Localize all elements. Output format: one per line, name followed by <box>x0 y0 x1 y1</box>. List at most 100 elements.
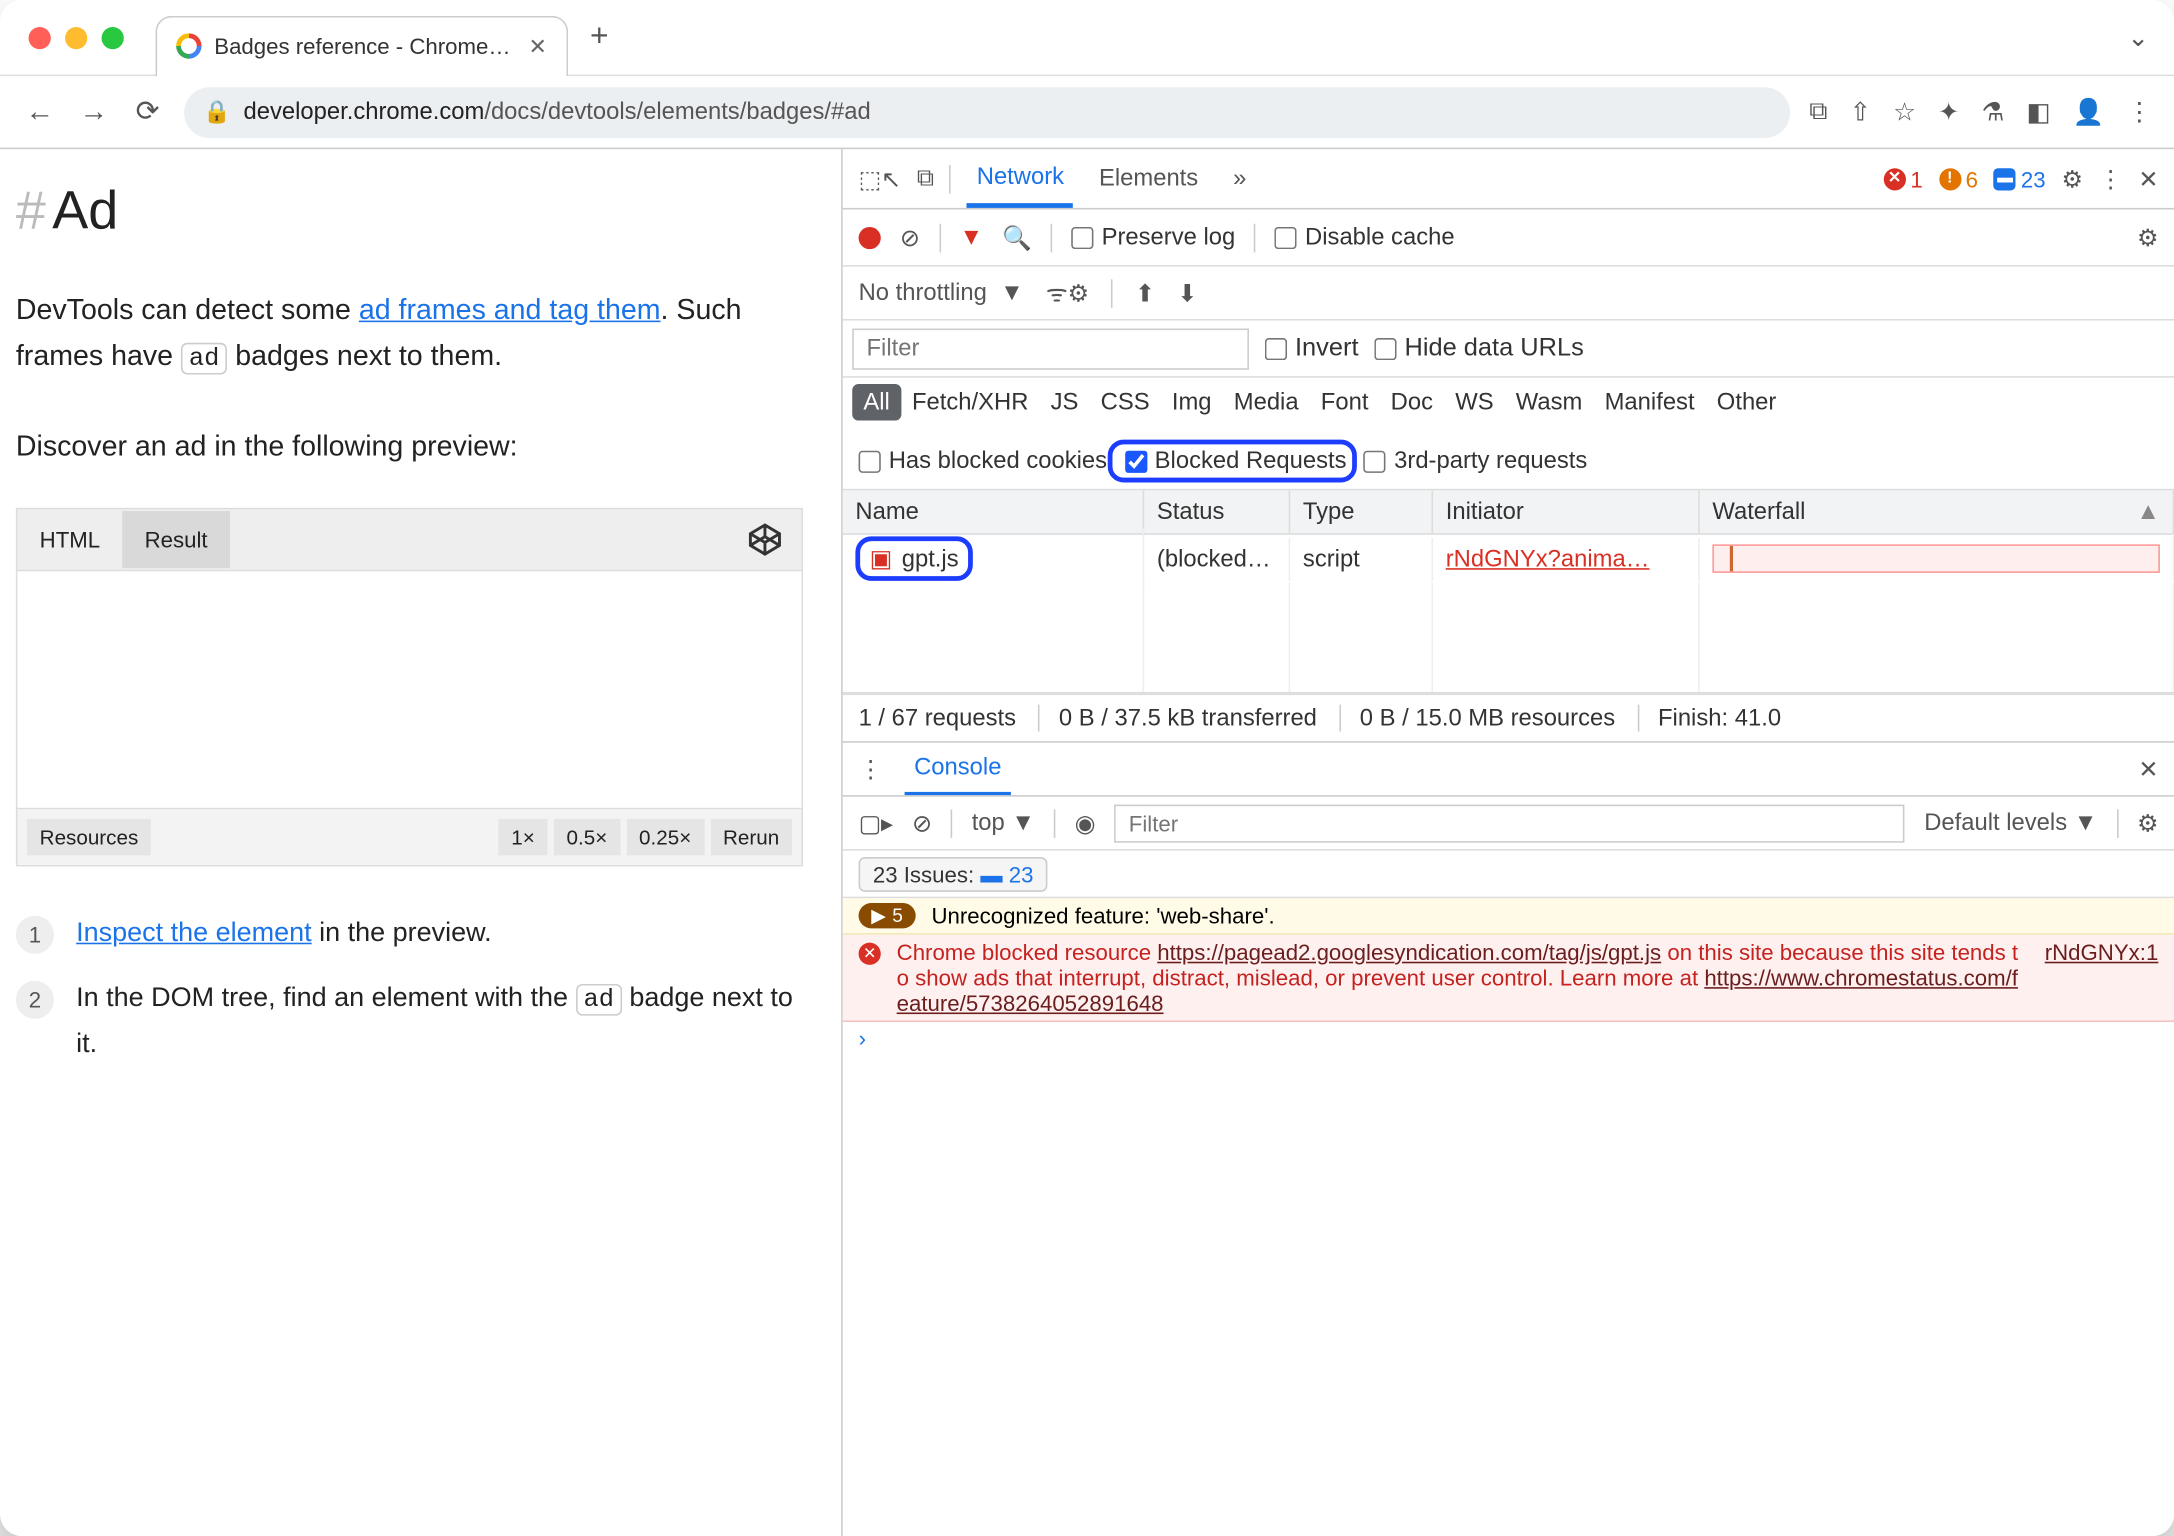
col-name[interactable]: Name <box>843 490 1145 533</box>
initiator-link[interactable]: rNdGNYx?anima… <box>1446 545 1650 572</box>
profile-icon[interactable]: 👤 <box>2073 96 2105 128</box>
codepen-logo-icon[interactable] <box>728 510 801 570</box>
filter-type-media[interactable]: Media <box>1223 384 1310 421</box>
device-toggle-icon[interactable]: ⧉ <box>917 165 934 192</box>
log-levels-select[interactable]: Default levels ▼ <box>1924 809 2097 836</box>
url-text: developer.chrome.com/docs/devtools/eleme… <box>244 98 871 125</box>
record-button[interactable] <box>859 226 881 248</box>
intro-paragraph: DevTools can detect some ad frames and t… <box>16 287 803 380</box>
disable-cache-checkbox[interactable]: Disable cache <box>1275 224 1455 251</box>
filter-type-other[interactable]: Other <box>1706 384 1788 421</box>
clear-icon[interactable]: ⊘ <box>900 223 920 252</box>
import-har-icon[interactable]: ⬆ <box>1135 279 1155 308</box>
embed-zoom-05x[interactable]: 0.5× <box>554 819 620 856</box>
console-sidebar-toggle-icon[interactable]: ▢▸ <box>859 809 893 838</box>
filter-type-all[interactable]: All <box>852 384 901 421</box>
reload-button[interactable]: ⟳ <box>130 95 165 128</box>
console-settings-gear-icon[interactable]: ⚙ <box>2137 809 2158 838</box>
anchor-hash-icon[interactable]: # <box>16 181 46 243</box>
has-blocked-cookies-checkbox[interactable]: Has blocked cookies <box>859 448 1107 475</box>
browser-tab[interactable]: Badges reference - Chrome De ✕ <box>156 15 568 75</box>
close-drawer-icon[interactable]: ✕ <box>2138 755 2158 784</box>
filter-type-ws[interactable]: WS <box>1444 384 1505 421</box>
filter-input[interactable] <box>852 328 1249 369</box>
filter-type-js[interactable]: JS <box>1040 384 1090 421</box>
blocked-url-link[interactable]: https://pagead2.googlesyndication.com/ta… <box>1157 940 1661 965</box>
console-error-row[interactable]: ✕ Chrome blocked resource https://pagead… <box>843 935 2174 1022</box>
error-count-badge[interactable]: ✕1 <box>1883 166 1922 191</box>
console-drawer-menu-icon[interactable]: ⋮ <box>859 755 883 784</box>
col-initiator[interactable]: Initiator <box>1433 490 1700 533</box>
issues-button[interactable]: 23 Issues: ▬ 23 <box>859 856 1048 891</box>
forward-button[interactable]: → <box>76 95 111 128</box>
console-filter-input[interactable] <box>1114 804 1905 842</box>
filter-type-img[interactable]: Img <box>1161 384 1223 421</box>
preserve-log-checkbox[interactable]: Preserve log <box>1071 224 1235 251</box>
clear-console-icon[interactable]: ⊘ <box>912 809 932 838</box>
request-row[interactable]: ▣gpt.js (blocked… script rNdGNYx?anima… <box>843 535 2174 583</box>
settings-gear-icon[interactable]: ⚙ <box>2061 164 2082 193</box>
blocked-requests-checkbox[interactable]: Blocked Requests <box>1125 448 1347 475</box>
devtools-panel: ⬚↖ ⧉ Network Elements » ✕1 !6 ▬23 ⚙ ⋮ ✕ … <box>841 149 2174 1536</box>
new-tab-button[interactable]: + <box>590 19 609 56</box>
col-status[interactable]: Status <box>1144 490 1290 533</box>
filter-type-wasm[interactable]: Wasm <box>1505 384 1594 421</box>
tab-overflow-icon[interactable]: ⌄ <box>2128 21 2149 53</box>
blocked-file-icon: ▣ <box>870 544 893 573</box>
address-bar[interactable]: 🔒 developer.chrome.com/docs/devtools/ele… <box>184 86 1790 137</box>
tab-elements[interactable]: Elements <box>1089 149 1207 208</box>
error-source-link[interactable]: rNdGNYx:1 <box>2045 940 2159 1016</box>
close-window-button[interactable] <box>29 26 51 48</box>
network-conditions-icon[interactable]: ᯤ⚙ <box>1046 277 1089 309</box>
embed-zoom-025x[interactable]: 0.25× <box>626 819 704 856</box>
filter-funnel-icon[interactable]: ▼ <box>959 224 983 251</box>
issues-count-badge[interactable]: ▬23 <box>1994 166 2046 191</box>
tab-close-icon[interactable]: ✕ <box>528 33 547 60</box>
back-button[interactable]: ← <box>22 95 57 128</box>
search-icon[interactable]: 🔍 <box>1002 223 1032 252</box>
third-party-checkbox[interactable]: 3rd-party requests <box>1364 448 1587 475</box>
ad-frames-link[interactable]: ad frames and tag them <box>359 294 661 326</box>
warning-count-badge[interactable]: !6 <box>1939 166 1978 191</box>
tab-console[interactable]: Console <box>905 743 1011 795</box>
embed-tab-result[interactable]: Result <box>122 511 229 568</box>
hide-data-urls-checkbox[interactable]: Hide data URLs <box>1374 334 1583 363</box>
embed-tab-html[interactable]: HTML <box>17 511 122 568</box>
filter-type-font[interactable]: Font <box>1310 384 1380 421</box>
filter-type-manifest[interactable]: Manifest <box>1593 384 1705 421</box>
maximize-window-button[interactable] <box>102 26 124 48</box>
filter-type-fetchxhr[interactable]: Fetch/XHR <box>901 384 1040 421</box>
filter-type-doc[interactable]: Doc <box>1380 384 1445 421</box>
col-type[interactable]: Type <box>1290 490 1433 533</box>
share-icon[interactable]: ⇧ <box>1850 96 1871 128</box>
network-settings-gear-icon[interactable]: ⚙ <box>2137 223 2158 252</box>
throttling-select[interactable]: No throttling ▼ <box>859 279 1024 306</box>
side-panel-icon[interactable]: ◧ <box>2027 96 2051 128</box>
minimize-window-button[interactable] <box>65 26 87 48</box>
kebab-menu-icon[interactable]: ⋮ <box>2099 164 2123 193</box>
console-warning-row[interactable]: ▶ 5 Unrecognized feature: 'web-share'. <box>843 898 2174 935</box>
tab-overflow-icon[interactable]: » <box>1224 149 1256 208</box>
extensions-icon[interactable]: ✦ <box>1938 96 1959 128</box>
toolbar: ← → ⟳ 🔒 developer.chrome.com/docs/devtoo… <box>0 76 2174 149</box>
lock-icon[interactable]: 🔒 <box>203 98 231 125</box>
embed-resources-button[interactable]: Resources <box>27 819 151 856</box>
context-select[interactable]: top ▼ <box>972 809 1035 836</box>
close-devtools-icon[interactable]: ✕ <box>2138 164 2158 193</box>
labs-icon[interactable]: ⚗ <box>1982 96 2005 128</box>
tab-network[interactable]: Network <box>967 149 1073 208</box>
menu-icon[interactable]: ⋮ <box>2127 96 2152 128</box>
inspect-element-link[interactable]: Inspect the element <box>76 918 311 948</box>
filter-type-css[interactable]: CSS <box>1090 384 1161 421</box>
error-indicator-icon[interactable]: ⧉ <box>1809 98 1827 127</box>
invert-checkbox[interactable]: Invert <box>1265 334 1359 363</box>
export-har-icon[interactable]: ⬇ <box>1177 279 1197 308</box>
embed-rerun-button[interactable]: Rerun <box>710 819 792 856</box>
inspect-icon[interactable]: ⬚↖ <box>859 164 901 193</box>
console-prompt[interactable]: › <box>843 1022 2174 1054</box>
bookmark-icon[interactable]: ☆ <box>1893 96 1916 128</box>
discover-paragraph: Discover an ad in the following preview: <box>16 424 803 470</box>
embed-zoom-1x[interactable]: 1× <box>499 819 548 856</box>
live-expression-icon[interactable]: ◉ <box>1075 809 1096 838</box>
col-waterfall[interactable]: Waterfall▲ <box>1700 490 2174 533</box>
